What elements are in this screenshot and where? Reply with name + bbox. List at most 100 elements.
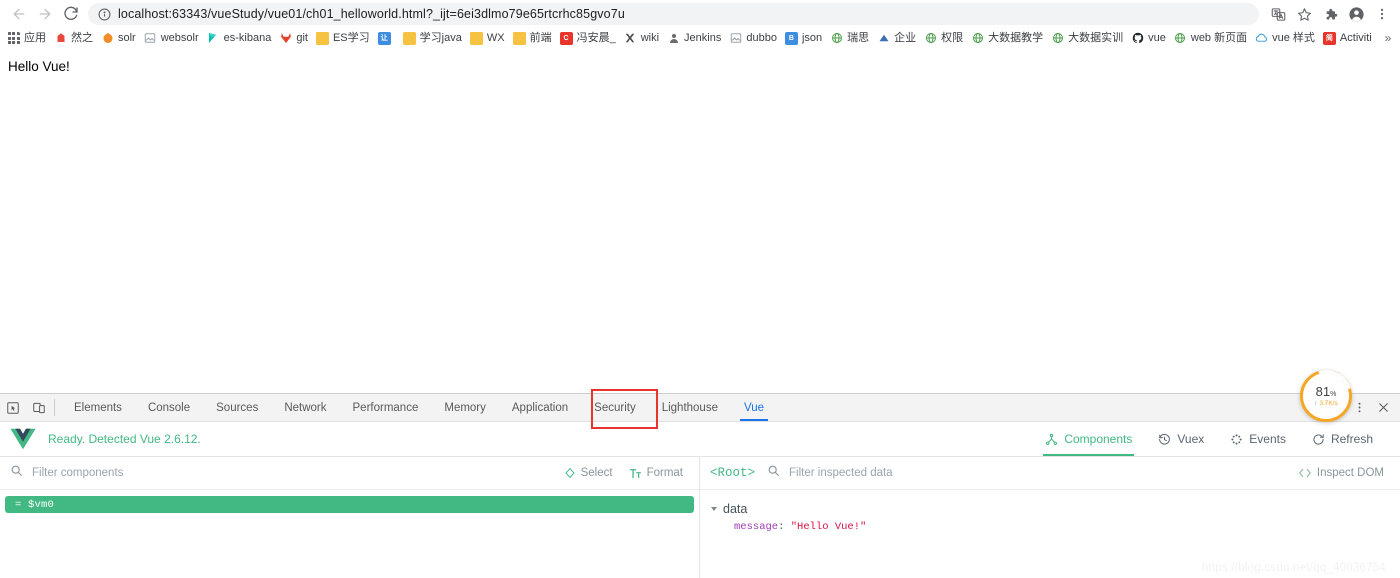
inspected-root-tag-label: <Root> xyxy=(710,466,756,480)
bookmark-item[interactable]: Bjson xyxy=(782,29,827,47)
bookmark-item[interactable]: vue xyxy=(1128,29,1171,47)
bookmark-label: 企业 xyxy=(894,32,917,44)
forward-button[interactable] xyxy=(32,1,58,27)
solr-icon xyxy=(101,32,114,45)
folder-icon xyxy=(402,31,416,45)
bookmark-item[interactable]: 瑞思 xyxy=(827,29,874,47)
image-icon xyxy=(729,32,742,45)
inspected-data-pane: <Root> Inspect DOM xyxy=(700,457,1400,578)
bookmark-label: 学习java xyxy=(419,32,462,44)
vue-tab-events[interactable]: Events xyxy=(1217,422,1299,456)
vue-tab-label: Refresh xyxy=(1330,432,1373,446)
devtools-tab-memory[interactable]: Memory xyxy=(431,394,499,421)
component-tree-row[interactable]: = $vm0 xyxy=(5,496,694,513)
activiti-icon: 简 xyxy=(1322,31,1336,45)
bookmarks-bar: 应用 然之 solr websolr es-kibana git ES学习让 学习java WX… xyxy=(0,28,1400,48)
devtools-tab-elements[interactable]: Elements xyxy=(61,394,135,421)
bookmark-item[interactable]: 简 Activiti xyxy=(1320,29,1377,47)
info-circle-icon[interactable] xyxy=(98,8,111,21)
bookmark-item[interactable]: Jenkins xyxy=(664,29,726,47)
chrome-menu-icon[interactable] xyxy=(1370,2,1394,26)
bookmark-item[interactable]: 企业 xyxy=(874,29,921,47)
bookmark-item[interactable]: 学习java xyxy=(400,29,467,47)
bookmark-item[interactable]: 大数据实训 xyxy=(1048,29,1128,47)
filter-components-input[interactable] xyxy=(32,467,552,479)
page-content-text: Hello Vue! xyxy=(8,59,70,74)
bookmark-star-icon[interactable] xyxy=(1292,2,1316,26)
vue-tab-components[interactable]: Components xyxy=(1032,422,1145,456)
reload-button[interactable] xyxy=(58,1,84,27)
bookmark-item[interactable]: solr xyxy=(98,29,141,47)
extensions-puzzle-icon[interactable] xyxy=(1318,2,1342,26)
bookmark-label: git xyxy=(296,32,308,44)
performance-rate: ↑ 3.7K/s xyxy=(1314,400,1338,407)
inspect-element-icon[interactable] xyxy=(0,394,26,421)
bookmarks-overflow-button[interactable]: » xyxy=(1380,30,1396,46)
bookmark-item[interactable]: wiki xyxy=(621,29,664,47)
github-icon xyxy=(1131,32,1144,45)
translate-icon[interactable] xyxy=(1266,2,1290,26)
bookmark-item[interactable]: ES学习 xyxy=(313,29,375,47)
performance-rate-value: 3.7K/s xyxy=(1319,400,1338,407)
performance-rate-arrow-icon: ↑ xyxy=(1314,400,1318,407)
globe-icon xyxy=(924,32,937,45)
devtools-tab-console[interactable]: Console xyxy=(135,394,203,421)
devtools-tab-application[interactable]: Application xyxy=(499,394,581,421)
bookmark-item[interactable]: dubbo xyxy=(726,29,782,47)
devtools-tab-vue[interactable]: Vue xyxy=(731,394,777,421)
inspected-data-value: "Hello Vue!" xyxy=(790,521,867,533)
devtools-tab-sources[interactable]: Sources xyxy=(203,394,271,421)
inspected-data-row[interactable]: message: "Hello Vue!" xyxy=(712,516,1400,533)
device-toolbar-icon[interactable] xyxy=(26,394,52,421)
bookmark-item[interactable]: es-kibana xyxy=(204,29,277,47)
devtools-tab-network[interactable]: Network xyxy=(271,394,339,421)
select-target-icon xyxy=(564,467,576,479)
bookmark-item[interactable]: 权限 xyxy=(921,29,968,47)
devtools-close-icon[interactable] xyxy=(1372,397,1394,419)
bookmark-item[interactable]: 应用 xyxy=(4,29,51,47)
caret-down-icon[interactable] xyxy=(711,507,717,511)
vue-tab-refresh[interactable]: Refresh xyxy=(1299,422,1386,456)
bookmark-label: 权限 xyxy=(941,32,964,44)
bookmark-item[interactable]: vue 样式 xyxy=(1252,29,1320,47)
bookmark-label: vue 样式 xyxy=(1272,32,1315,44)
back-button[interactable] xyxy=(6,1,32,27)
bookmark-label: ES学习 xyxy=(332,32,370,44)
filter-inspected-data-input[interactable] xyxy=(789,467,1286,479)
vue-status-text: Ready. Detected Vue 2.6.12. xyxy=(48,432,201,446)
bookmark-item[interactable]: C 冯安晨_ xyxy=(557,29,621,47)
components-tree-pane: Select Format = $vm0 xyxy=(0,457,700,578)
bookmark-item[interactable]: git xyxy=(276,29,313,47)
events-scatter-icon xyxy=(1230,433,1243,446)
select-component-button[interactable]: Select xyxy=(560,467,617,479)
bookmark-item[interactable]: 让 xyxy=(375,29,400,47)
component-tree-row-label: = $vm0 xyxy=(15,498,55,511)
inspected-data-separator: : xyxy=(778,521,791,533)
devtools-tab-security[interactable]: Security xyxy=(581,394,649,421)
bookmark-item[interactable]: web 新页面 xyxy=(1171,29,1252,47)
profile-avatar-icon[interactable] xyxy=(1344,2,1368,26)
bookmark-item[interactable]: 前端 xyxy=(510,29,557,47)
globe-icon xyxy=(1174,32,1187,45)
format-button[interactable]: Format xyxy=(625,467,687,480)
bookmark-item[interactable]: websolr xyxy=(141,29,204,47)
bookmark-item[interactable]: 然之 xyxy=(51,29,98,47)
bookmark-label: web 新页面 xyxy=(1190,32,1248,44)
vue-tab-vuex[interactable]: Vuex xyxy=(1145,422,1217,456)
vuex-clock-icon xyxy=(1158,433,1171,446)
inspect-dom-button[interactable]: Inspect DOM xyxy=(1294,467,1388,479)
kibana-icon xyxy=(207,32,220,45)
bookmark-item[interactable]: 大数据教学 xyxy=(968,29,1048,47)
inspected-data-section-header[interactable]: data xyxy=(711,502,1400,516)
performance-monitor-widget[interactable]: 81% ↑ 3.7K/s xyxy=(1300,370,1352,422)
devtools-tab-performance[interactable]: Performance xyxy=(340,394,432,421)
bookmark-label: 前端 xyxy=(529,32,552,44)
devtools-tab-lighthouse[interactable]: Lighthouse xyxy=(649,394,731,421)
devtools-tabbar: Elements Console Sources Network Performance… xyxy=(0,389,1400,429)
csdn-icon: C xyxy=(559,31,573,45)
components-tree-toolbar: Select Format xyxy=(0,457,699,490)
cloud-icon xyxy=(1255,32,1268,45)
address-bar[interactable]: localhost:63343/vueStudy/vue01/ch01_hell… xyxy=(88,3,1259,25)
vue-devtools-panel: Ready. Detected Vue 2.6.12. Components Vu… xyxy=(0,422,1400,578)
bookmark-item[interactable]: WX xyxy=(467,29,510,47)
